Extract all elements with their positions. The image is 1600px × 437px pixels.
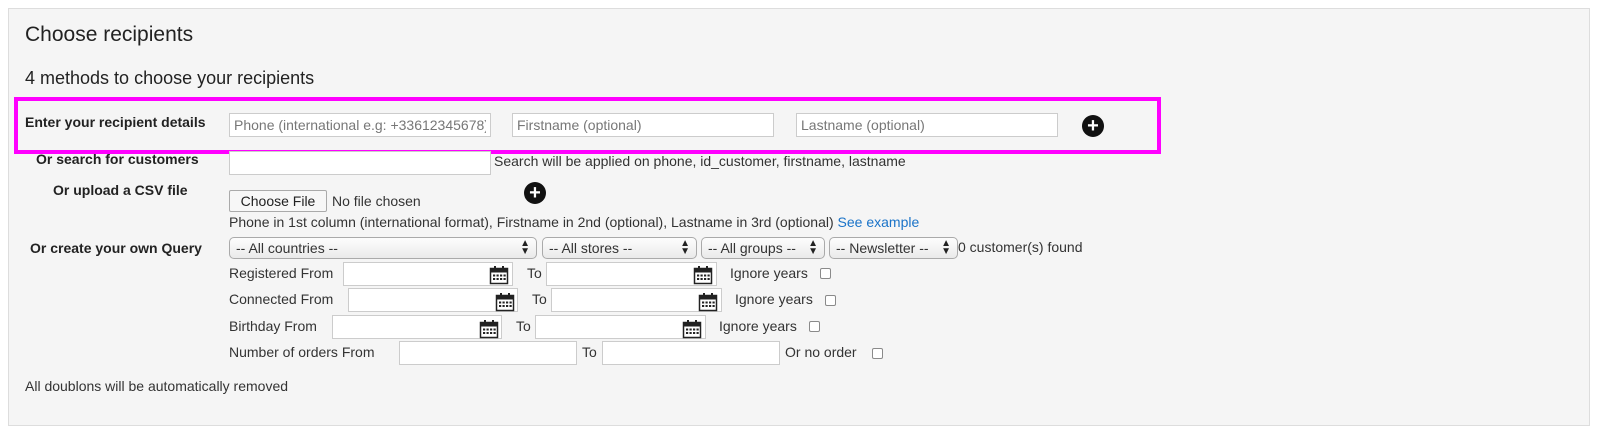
orders-from-input[interactable]	[399, 341, 577, 365]
phone-input[interactable]	[229, 113, 491, 137]
connected-from-label: Connected From	[229, 291, 334, 307]
connected-to-label: To	[532, 291, 547, 307]
lastname-input[interactable]	[796, 113, 1058, 137]
countries-select[interactable]: -- All countries -- ▲ ▼	[229, 237, 537, 259]
connected-to-input[interactable]	[551, 288, 722, 312]
page-title: Choose recipients	[25, 23, 194, 46]
registered-from-input[interactable]	[343, 262, 513, 286]
firstname-input[interactable]	[512, 113, 774, 137]
calendar-icon[interactable]	[693, 265, 713, 285]
no-order-label: Or no order	[785, 344, 857, 360]
csv-upload-label: Or upload a CSV file	[53, 182, 188, 198]
section-subtitle: 4 methods to choose your recipients	[25, 68, 315, 88]
connected-from-input[interactable]	[348, 288, 518, 312]
birthday-from-label: Birthday From	[229, 318, 317, 334]
search-customers-input[interactable]	[229, 151, 491, 175]
countries-value: -- All countries --	[236, 240, 338, 256]
select-arrows-icon: ▲ ▼	[941, 238, 951, 257]
calendar-icon[interactable]	[698, 292, 718, 312]
birthday-ignore-years-checkbox[interactable]	[809, 321, 820, 332]
registered-ignore-years-label: Ignore years	[730, 265, 808, 281]
calendar-icon[interactable]	[495, 292, 515, 312]
search-customers-label: Or search for customers	[36, 151, 199, 167]
calendar-icon[interactable]	[489, 265, 509, 285]
recipient-details-label: Enter your recipient details	[25, 114, 206, 130]
csv-hint: Phone in 1st column (international forma…	[229, 214, 919, 230]
orders-from-label: Number of orders From	[229, 344, 375, 360]
connected-ignore-years-label: Ignore years	[735, 291, 813, 307]
registered-to-label: To	[527, 265, 542, 281]
add-recipient-icon[interactable]: +	[1082, 115, 1104, 137]
birthday-from-input[interactable]	[332, 315, 502, 339]
birthday-to-input[interactable]	[535, 315, 706, 339]
no-order-checkbox[interactable]	[872, 348, 883, 359]
select-arrows-icon: ▲ ▼	[520, 238, 530, 257]
orders-to-input[interactable]	[602, 341, 780, 365]
query-label: Or create your own Query	[30, 240, 202, 256]
registered-from-label: Registered From	[229, 265, 334, 281]
calendar-icon[interactable]	[479, 319, 499, 339]
stores-value: -- All stores --	[549, 240, 633, 256]
birthday-ignore-years-label: Ignore years	[719, 318, 797, 334]
search-hint: Search will be applied on phone, id_cust…	[494, 153, 906, 169]
select-arrows-icon: ▲ ▼	[680, 238, 690, 257]
birthday-to-label: To	[516, 318, 531, 334]
registered-to-input[interactable]	[546, 262, 717, 286]
select-arrows-icon: ▲ ▼	[808, 238, 818, 257]
stores-select[interactable]: -- All stores -- ▲ ▼	[542, 237, 697, 259]
choose-file-button[interactable]: Choose File	[229, 190, 327, 212]
doublons-notice: All doublons will be automatically remov…	[25, 378, 289, 394]
registered-ignore-years-checkbox[interactable]	[820, 268, 831, 279]
newsletter-select[interactable]: -- Newsletter -- ▲ ▼	[829, 237, 958, 259]
orders-to-label: To	[582, 344, 597, 360]
customers-found: 0 customer(s) found	[958, 239, 1083, 255]
connected-ignore-years-checkbox[interactable]	[825, 295, 836, 306]
newsletter-value: -- Newsletter --	[836, 240, 929, 256]
see-example-link[interactable]: See example	[838, 214, 920, 230]
calendar-icon[interactable]	[682, 319, 702, 339]
groups-value: -- All groups --	[708, 240, 796, 256]
csv-hint-text: Phone in 1st column (international forma…	[229, 214, 834, 230]
upload-csv-icon[interactable]: +	[524, 182, 546, 204]
groups-select[interactable]: -- All groups -- ▲ ▼	[701, 237, 825, 259]
file-status: No file chosen	[332, 193, 421, 209]
